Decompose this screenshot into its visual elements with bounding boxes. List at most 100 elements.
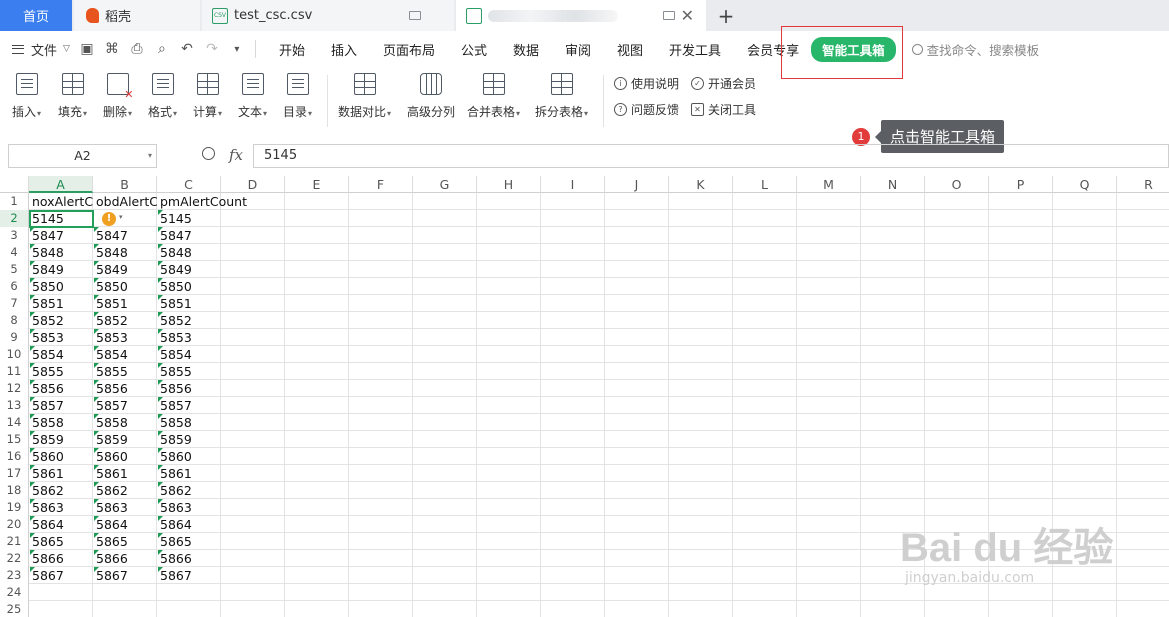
format-button[interactable]: 格式▾ <box>148 73 177 120</box>
data-cell[interactable]: 5847 <box>93 227 157 244</box>
column-header[interactable]: J <box>605 176 669 193</box>
delete-button[interactable]: 删除▾ <box>103 73 134 120</box>
feedback-button[interactable]: ? 问题反馈 <box>614 101 679 118</box>
data-cell[interactable]: 5856 <box>157 380 221 397</box>
row-header[interactable]: 3 <box>0 227 29 244</box>
data-cell[interactable]: 5848 <box>93 244 157 261</box>
header-cell[interactable]: obdAlertCo <box>93 193 157 210</box>
row-header[interactable]: 1 <box>0 193 29 210</box>
data-cell[interactable]: 5865 <box>93 533 157 550</box>
data-cell[interactable]: 5866 <box>157 550 221 567</box>
data-cell[interactable]: 5855 <box>93 363 157 380</box>
tab-view[interactable]: 视图 <box>617 40 643 59</box>
column-header[interactable]: D <box>221 176 285 193</box>
insert-button[interactable]: 插入▾ <box>12 73 41 120</box>
data-cell[interactable]: 5849 <box>29 261 93 278</box>
data-cell[interactable]: 5864 <box>29 516 93 533</box>
data-cell[interactable]: 5850 <box>157 278 221 295</box>
data-cell[interactable]: 5855 <box>157 363 221 380</box>
column-header[interactable]: H <box>477 176 541 193</box>
data-cell[interactable]: 5863 <box>29 499 93 516</box>
chevron-down-icon[interactable]: ▾ <box>119 213 123 221</box>
row-header[interactable]: 8 <box>0 312 29 329</box>
select-all-corner[interactable] <box>0 176 29 193</box>
row-header[interactable]: 23 <box>0 567 29 584</box>
open-member-button[interactable]: ✓ 开通会员 <box>691 75 756 92</box>
row-header[interactable]: 21 <box>0 533 29 550</box>
tab-page-layout[interactable]: 页面布局 <box>383 40 435 59</box>
data-cell[interactable]: 5864 <box>93 516 157 533</box>
data-cell[interactable]: 5865 <box>157 533 221 550</box>
row-header[interactable]: 15 <box>0 431 29 448</box>
column-header[interactable]: L <box>733 176 797 193</box>
tab-start[interactable]: 开始 <box>279 40 305 59</box>
data-cell[interactable]: 5867 <box>29 567 93 584</box>
calculate-button[interactable]: 计算▾ <box>193 73 222 120</box>
tab-data[interactable]: 数据 <box>513 40 539 59</box>
header-cell[interactable]: noxAlertCo <box>29 193 93 210</box>
row-header[interactable]: 25 <box>0 601 29 617</box>
data-cell[interactable]: 5856 <box>29 380 93 397</box>
data-cell[interactable]: 5848 <box>29 244 93 261</box>
name-box[interactable]: A2 ▾ <box>8 144 157 168</box>
column-header[interactable]: F <box>349 176 413 193</box>
row-header[interactable]: 11 <box>0 363 29 380</box>
data-cell[interactable]: 5851 <box>157 295 221 312</box>
data-cell[interactable]: 5851 <box>93 295 157 312</box>
close-tab-icon[interactable]: ✕ <box>681 6 694 25</box>
data-cell[interactable]: 5847 <box>29 227 93 244</box>
column-header[interactable]: K <box>669 176 733 193</box>
row-header[interactable]: 22 <box>0 550 29 567</box>
row-header[interactable]: 13 <box>0 397 29 414</box>
data-cell[interactable]: 5849 <box>93 261 157 278</box>
data-cell[interactable]: 5860 <box>157 448 221 465</box>
usage-guide-button[interactable]: i 使用说明 <box>614 75 679 92</box>
data-cell[interactable]: 5851 <box>29 295 93 312</box>
save-icon[interactable]: ▣ <box>79 41 95 57</box>
command-search[interactable]: 查找命令、搜索模板 <box>911 40 1039 59</box>
tab-daoke[interactable]: 稻壳 <box>74 0 200 31</box>
file-menu[interactable]: 文件 ▽ <box>12 40 70 59</box>
data-cell[interactable]: 5860 <box>93 448 157 465</box>
column-header[interactable]: I <box>541 176 605 193</box>
data-cell[interactable]: 5861 <box>157 465 221 482</box>
tab-developer[interactable]: 开发工具 <box>669 40 721 59</box>
data-cell[interactable]: 5854 <box>157 346 221 363</box>
column-header[interactable]: M <box>797 176 861 193</box>
data-cell[interactable]: 5852 <box>93 312 157 329</box>
row-header[interactable]: 16 <box>0 448 29 465</box>
data-cell[interactable]: 5857 <box>29 397 93 414</box>
row-header[interactable]: 12 <box>0 380 29 397</box>
data-cell[interactable]: 5862 <box>93 482 157 499</box>
data-cell[interactable]: 5867 <box>157 567 221 584</box>
data-cell[interactable]: 5850 <box>29 278 93 295</box>
row-header[interactable]: 10 <box>0 346 29 363</box>
data-cell[interactable]: 5857 <box>93 397 157 414</box>
column-header[interactable]: G <box>413 176 477 193</box>
column-header[interactable]: A <box>29 176 93 193</box>
data-cell[interactable]: 5862 <box>157 482 221 499</box>
merge-table-button[interactable]: 合并表格▾ <box>467 73 520 120</box>
row-header[interactable]: 17 <box>0 465 29 482</box>
formula-input[interactable]: 5145 <box>253 144 1169 168</box>
column-header[interactable]: O <box>925 176 989 193</box>
tab-insert[interactable]: 插入 <box>331 40 357 59</box>
row-header[interactable]: 7 <box>0 295 29 312</box>
tab-current[interactable]: ✕ <box>456 0 706 31</box>
row-header[interactable]: 6 <box>0 278 29 295</box>
tab-home[interactable]: 首页 <box>0 0 72 31</box>
print-icon[interactable]: ⎙ <box>129 41 145 57</box>
column-header[interactable]: N <box>861 176 925 193</box>
row-header[interactable]: 20 <box>0 516 29 533</box>
data-cell[interactable]: 5847 <box>157 227 221 244</box>
warning-icon[interactable]: ! <box>102 212 116 226</box>
data-cell[interactable]: 5859 <box>29 431 93 448</box>
data-cell[interactable]: 5852 <box>157 312 221 329</box>
header-cell[interactable]: pmAlertCount <box>157 193 277 210</box>
data-cell[interactable]: 5855 <box>29 363 93 380</box>
data-cell[interactable]: 5866 <box>93 550 157 567</box>
tab-csv-file[interactable]: CSV test_csc.csv <box>202 0 454 31</box>
split-table-button[interactable]: 拆分表格▾ <box>535 73 588 120</box>
close-tool-button[interactable]: ✕ 关闭工具 <box>691 101 756 118</box>
data-cell[interactable]: 5856 <box>93 380 157 397</box>
